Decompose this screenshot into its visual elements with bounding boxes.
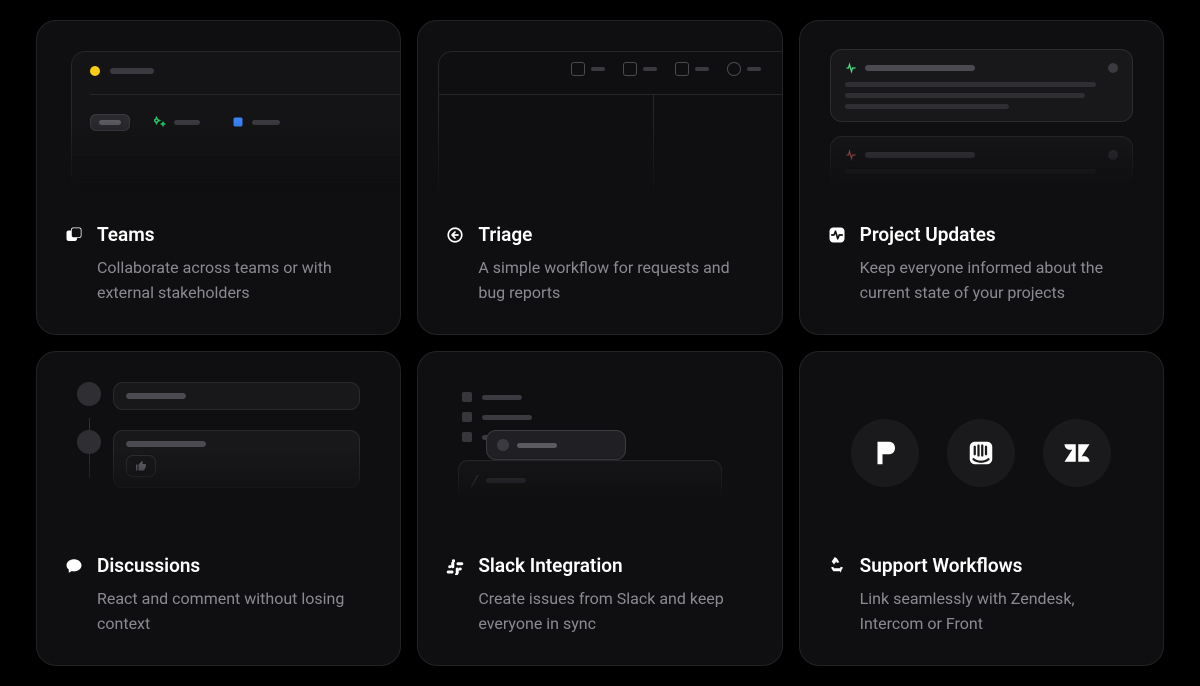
project-updates-desc: Keep everyone informed about the current… xyxy=(828,256,1135,306)
zendesk-icon xyxy=(1043,419,1111,487)
card-triage[interactable]: Triage A simple workflow for requests an… xyxy=(417,20,782,335)
intercom-icon xyxy=(947,419,1015,487)
teams-icon xyxy=(65,226,83,244)
card-project-updates[interactable]: Project Updates Keep everyone informed a… xyxy=(799,20,1164,335)
chip-sparkle xyxy=(146,111,208,133)
discussions-illustration xyxy=(37,352,400,554)
discussions-desc: React and comment without losing context xyxy=(65,587,372,637)
project-updates-title: Project Updates xyxy=(860,223,996,246)
discussions-title: Discussions xyxy=(97,554,200,577)
reaction-thumbs-up-icon xyxy=(126,455,156,477)
pulse-icon xyxy=(828,226,846,244)
support-title: Support Workflows xyxy=(860,554,1023,577)
slack-desc: Create issues from Slack and keep everyo… xyxy=(446,587,753,637)
status-dot-icon xyxy=(1108,150,1118,160)
feature-grid: Teams Collaborate across teams or with e… xyxy=(36,20,1164,666)
teams-title: Teams xyxy=(97,223,155,246)
triage-desc: A simple workflow for requests and bug r… xyxy=(446,256,753,306)
slack-command-popup xyxy=(486,430,626,460)
teams-illustration xyxy=(37,21,400,223)
teams-desc: Collaborate across teams or with externa… xyxy=(65,256,372,306)
slack-slash-input: / xyxy=(458,460,721,501)
triage-title: Triage xyxy=(478,223,532,246)
chip-square xyxy=(224,111,288,133)
recycle-icon xyxy=(828,557,846,575)
front-icon xyxy=(851,419,919,487)
triage-illustration xyxy=(418,21,781,223)
chip-selected xyxy=(90,114,130,131)
chat-bubble-icon xyxy=(65,557,83,575)
slack-icon xyxy=(446,557,464,575)
slack-title: Slack Integration xyxy=(478,554,622,577)
card-discussions[interactable]: Discussions React and comment without lo… xyxy=(36,351,401,666)
status-dot-icon xyxy=(1108,63,1118,73)
avatar-icon xyxy=(77,382,101,406)
triage-icon xyxy=(446,226,464,244)
lightbulb-icon xyxy=(90,66,100,76)
slack-illustration: / xyxy=(418,352,781,554)
card-teams[interactable]: Teams Collaborate across teams or with e… xyxy=(36,20,401,335)
card-support-workflows[interactable]: Support Workflows Link seamlessly with Z… xyxy=(799,351,1164,666)
support-desc: Link seamlessly with Zendesk, Intercom o… xyxy=(828,587,1135,637)
card-slack[interactable]: / Slack Integration Create issues from S… xyxy=(417,351,782,666)
support-illustration xyxy=(800,352,1163,554)
project-updates-illustration xyxy=(800,21,1163,223)
